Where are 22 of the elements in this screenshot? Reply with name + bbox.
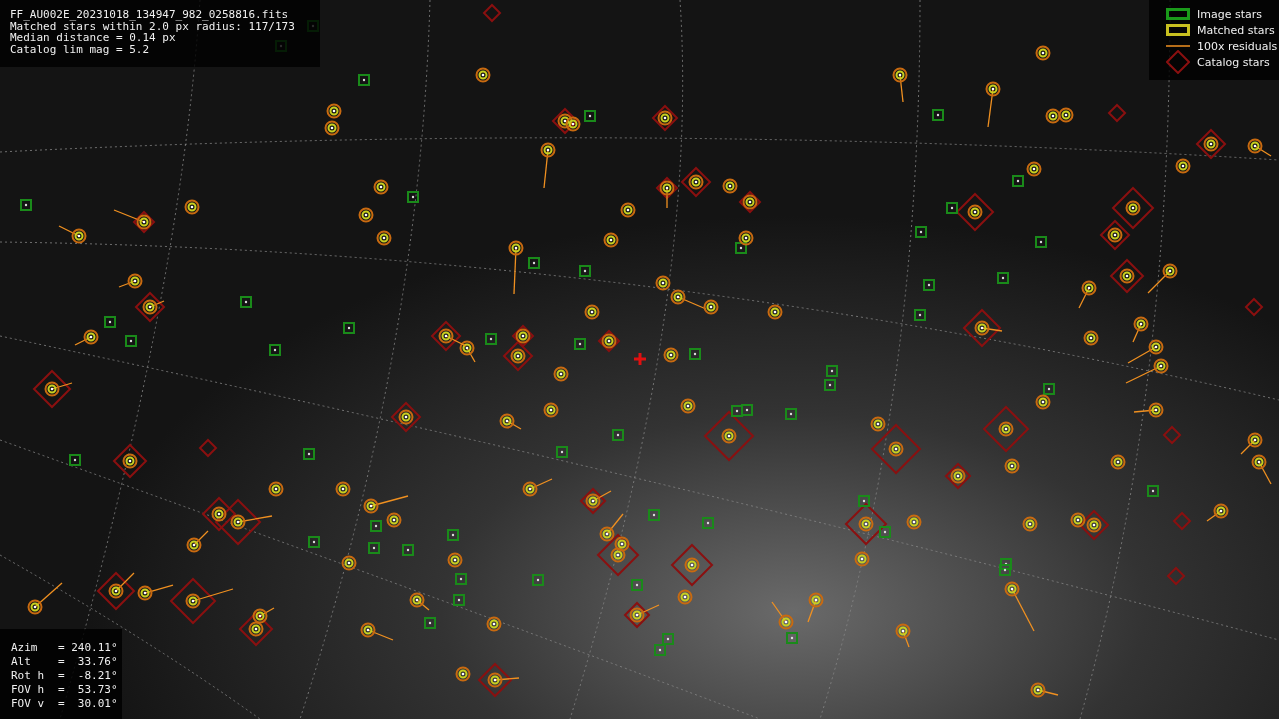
square-icon: [1166, 24, 1190, 36]
pointing-label: Azim: [11, 641, 39, 655]
info-text: Median distance = 0.14 px: [10, 32, 176, 44]
pointing-value: = 53.73°: [58, 683, 118, 697]
pointing-value: = -8.21°: [58, 669, 118, 683]
info-text: Matched stars within 2.0 px radius: 117/173: [10, 20, 296, 32]
legend-label: Image stars: [1197, 7, 1262, 21]
pointing-value: = 33.76°: [58, 655, 118, 669]
pointing-label: FOV h: [11, 683, 46, 697]
legend-label: Matched stars: [1197, 23, 1275, 37]
legend-label: Catalog stars: [1197, 55, 1270, 69]
pointing-label: Alt: [11, 655, 32, 669]
pointing-label: Rot h: [11, 669, 46, 683]
legend-label: 100x residuals: [1197, 39, 1278, 53]
info-text: Catalog lim mag = 5.2: [10, 43, 151, 55]
square-icon: [1166, 8, 1190, 20]
diamond-icon: [1166, 50, 1190, 74]
pointing-value: = 30.01°: [58, 697, 118, 711]
pointing-label: FOV v: [11, 697, 46, 711]
pointing-value: = 240.11°: [58, 641, 118, 655]
line-icon: [1166, 45, 1190, 47]
info-text: FF_AU002E_20231018_134947_982_0258816.fits: [10, 9, 290, 21]
